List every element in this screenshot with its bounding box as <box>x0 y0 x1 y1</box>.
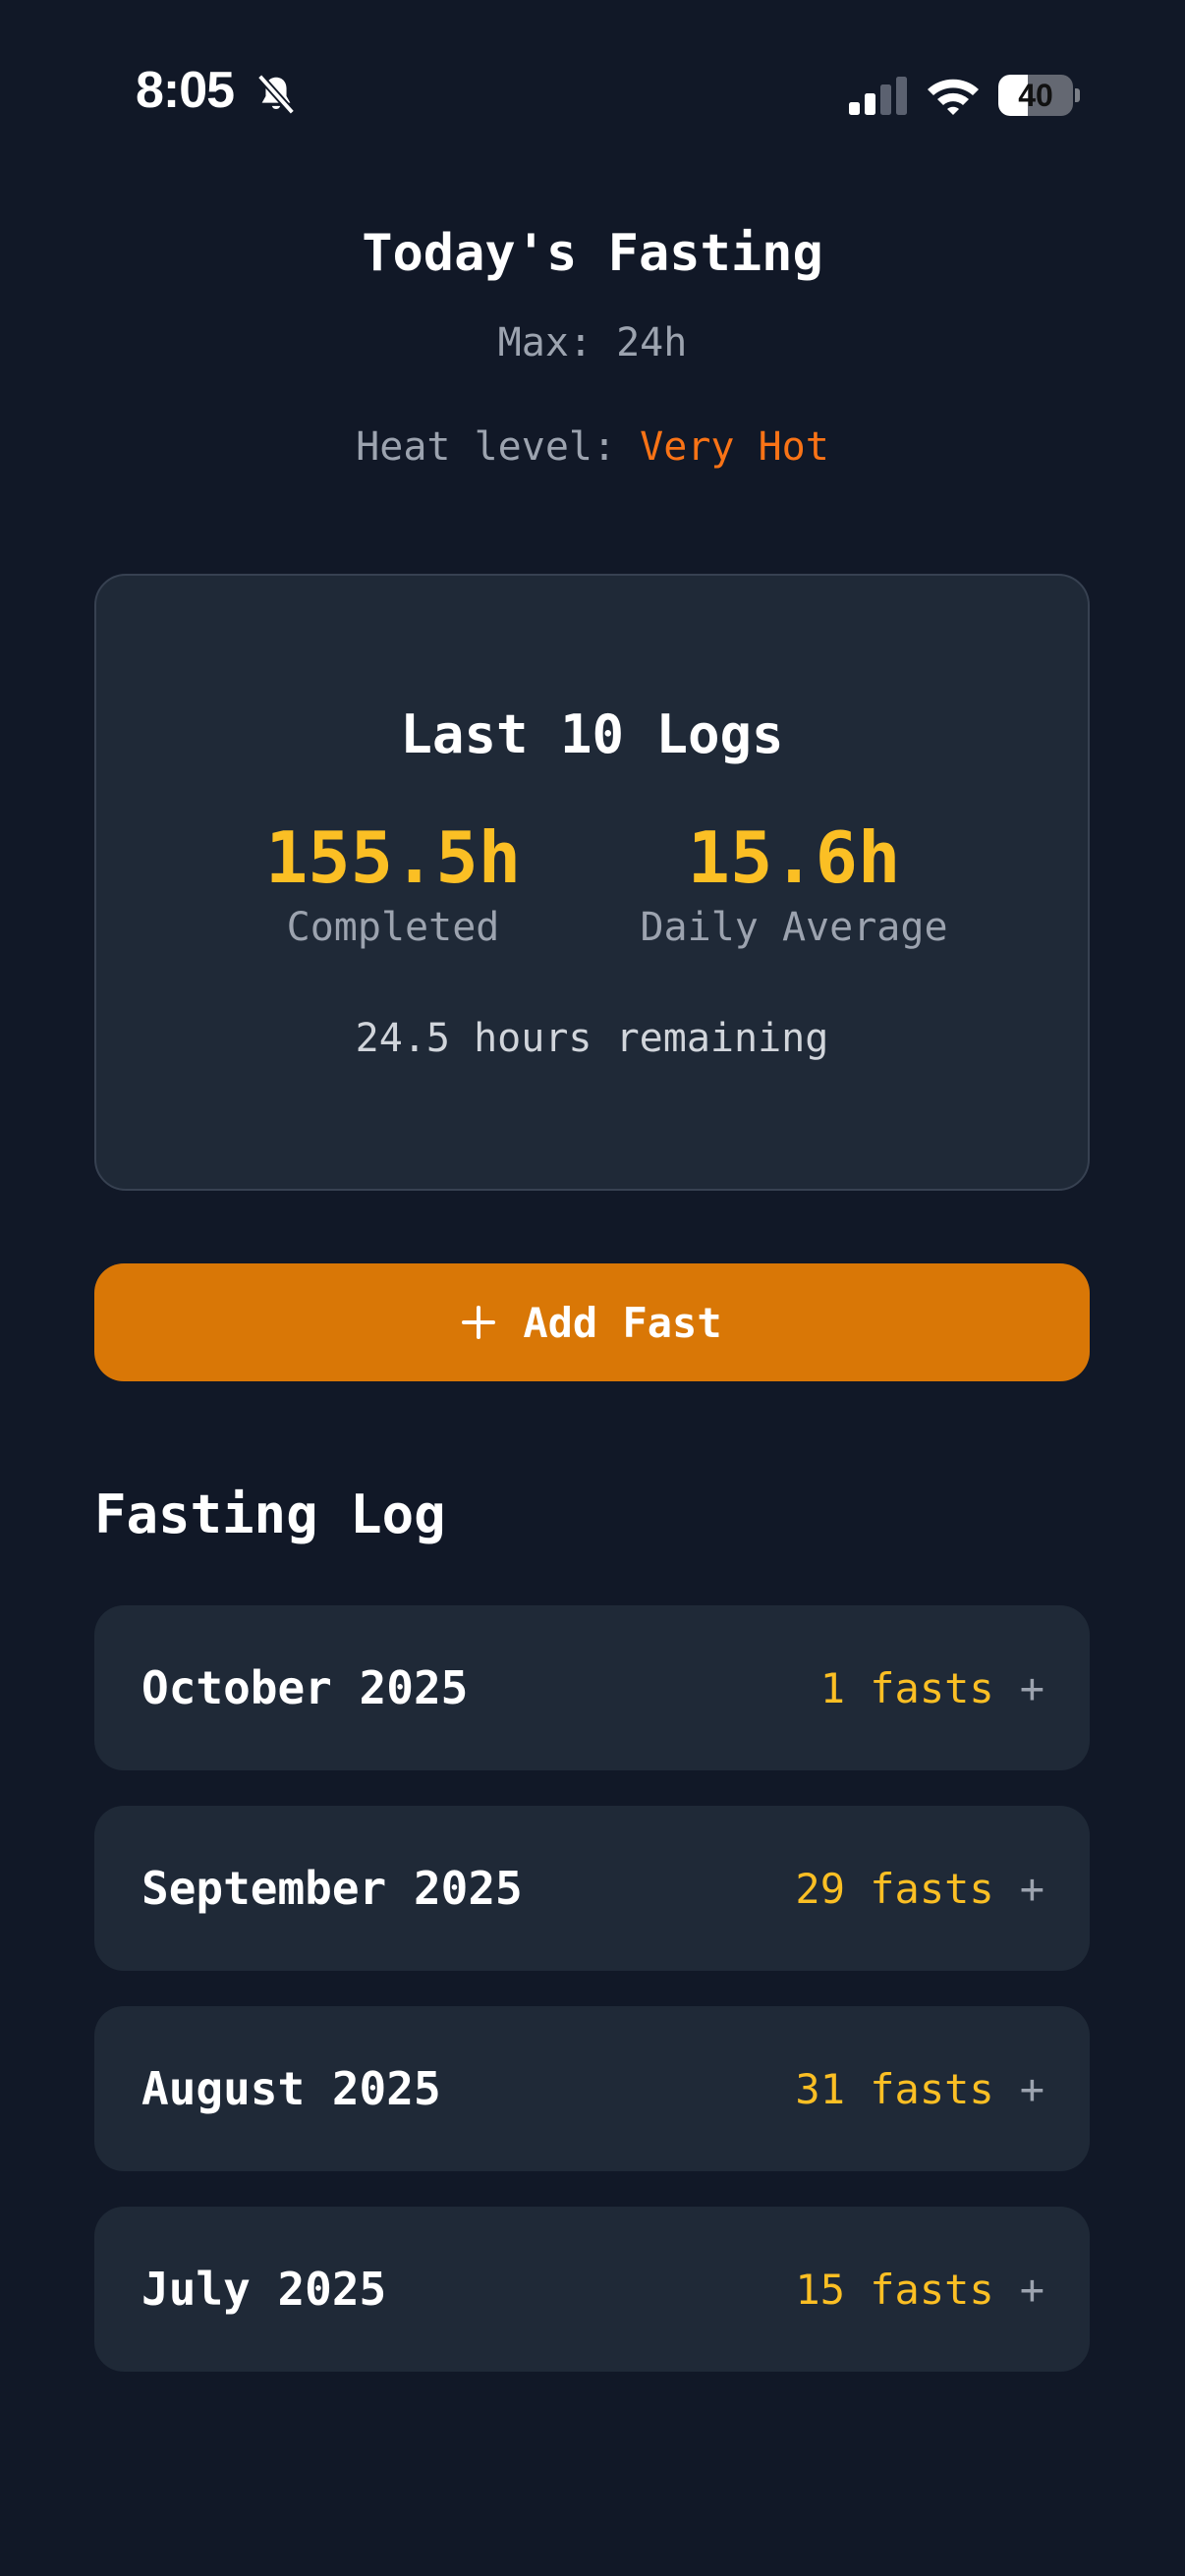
add-fast-button[interactable]: Add Fast <box>94 1263 1090 1381</box>
remaining-hours: 24.5 hours remaining <box>355 1016 829 1061</box>
stats-title: Last 10 Logs <box>400 703 784 765</box>
signal-icon <box>849 77 907 115</box>
month-row-october[interactable]: October 2025 1 fasts + <box>94 1605 1090 1770</box>
fasting-log-list: October 2025 1 fasts + September 2025 29… <box>94 1605 1090 2407</box>
expand-icon[interactable]: + <box>1020 1664 1044 1712</box>
battery-icon: 40 <box>998 75 1080 116</box>
fast-count: 1 fasts <box>819 1663 994 1712</box>
fast-count: 15 fasts <box>795 2265 994 2314</box>
heat-level-value: Very Hot <box>640 424 829 470</box>
average-stat: 15.6h Daily Average <box>617 816 971 950</box>
wifi-icon <box>928 79 979 115</box>
completed-stat: 155.5h Completed <box>216 816 570 950</box>
average-value: 15.6h <box>687 816 901 899</box>
plus-icon <box>462 1306 496 1339</box>
fast-count: 29 fasts <box>795 1864 994 1913</box>
month-label: July 2025 <box>141 2263 387 2316</box>
status-time: 8:05 <box>136 62 235 119</box>
month-row-september[interactable]: September 2025 29 fasts + <box>94 1806 1090 1971</box>
heat-level: Heat level: Very Hot <box>0 424 1185 470</box>
page-title: Today's Fasting <box>362 224 823 283</box>
month-label: September 2025 <box>141 1862 523 1915</box>
heat-level-label: Heat level: <box>356 424 641 470</box>
expand-icon[interactable]: + <box>1020 2065 1044 2113</box>
fast-count: 31 fasts <box>795 2064 994 2113</box>
expand-icon[interactable]: + <box>1020 2266 1044 2314</box>
status-bar: 8:05 40 <box>0 0 1185 138</box>
month-label: October 2025 <box>141 1661 469 1714</box>
month-row-july[interactable]: July 2025 15 fasts + <box>94 2207 1090 2372</box>
add-fast-label: Add Fast <box>523 1298 722 1347</box>
battery-level: 40 <box>1018 78 1053 113</box>
max-duration: Max: 24h <box>497 320 688 365</box>
completed-value: 155.5h <box>264 816 522 899</box>
fasting-log-heading: Fasting Log <box>94 1484 446 1545</box>
month-row-august[interactable]: August 2025 31 fasts + <box>94 2006 1090 2171</box>
bell-off-icon <box>256 74 296 115</box>
expand-icon[interactable]: + <box>1020 1865 1044 1913</box>
completed-label: Completed <box>286 905 500 950</box>
average-label: Daily Average <box>640 905 948 950</box>
month-label: August 2025 <box>141 2062 441 2115</box>
stats-card: Last 10 Logs 155.5h Completed 15.6h Dail… <box>94 574 1090 1191</box>
